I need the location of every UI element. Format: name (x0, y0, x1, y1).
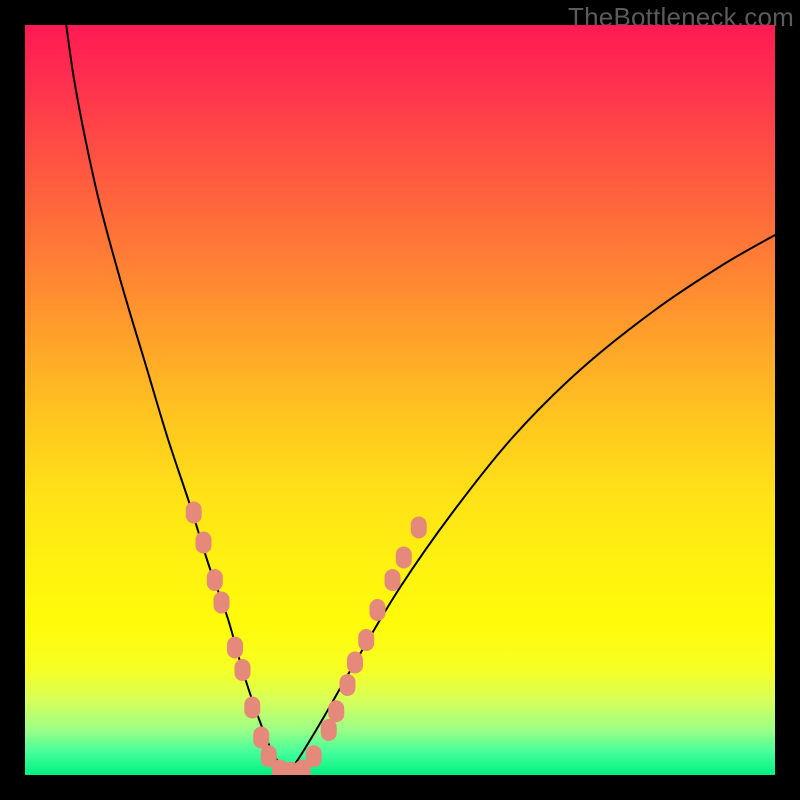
plot-area (25, 25, 775, 775)
chart-stage: TheBottleneck.com (0, 0, 800, 800)
marker-left-6 (244, 697, 260, 719)
chart-svg (25, 25, 775, 775)
curve-left-branch (66, 25, 287, 775)
marker-left-0 (186, 502, 202, 524)
marker-left-3 (214, 592, 230, 614)
marker-right-10 (411, 517, 427, 539)
marker-right-7 (370, 599, 386, 621)
markers-right-group (295, 517, 427, 776)
marker-left-4 (227, 637, 243, 659)
curve-right-branch (288, 235, 776, 775)
marker-right-2 (321, 719, 337, 741)
marker-right-9 (396, 547, 412, 569)
marker-right-5 (347, 652, 363, 674)
marker-left-1 (196, 532, 212, 554)
marker-right-8 (385, 569, 401, 591)
marker-left-2 (207, 569, 223, 591)
marker-right-6 (358, 629, 374, 651)
marker-right-4 (340, 674, 356, 696)
marker-left-5 (235, 659, 251, 681)
marker-right-1 (306, 745, 322, 767)
markers-left-group (186, 502, 300, 776)
marker-left-7 (253, 727, 269, 749)
marker-right-3 (328, 700, 344, 722)
